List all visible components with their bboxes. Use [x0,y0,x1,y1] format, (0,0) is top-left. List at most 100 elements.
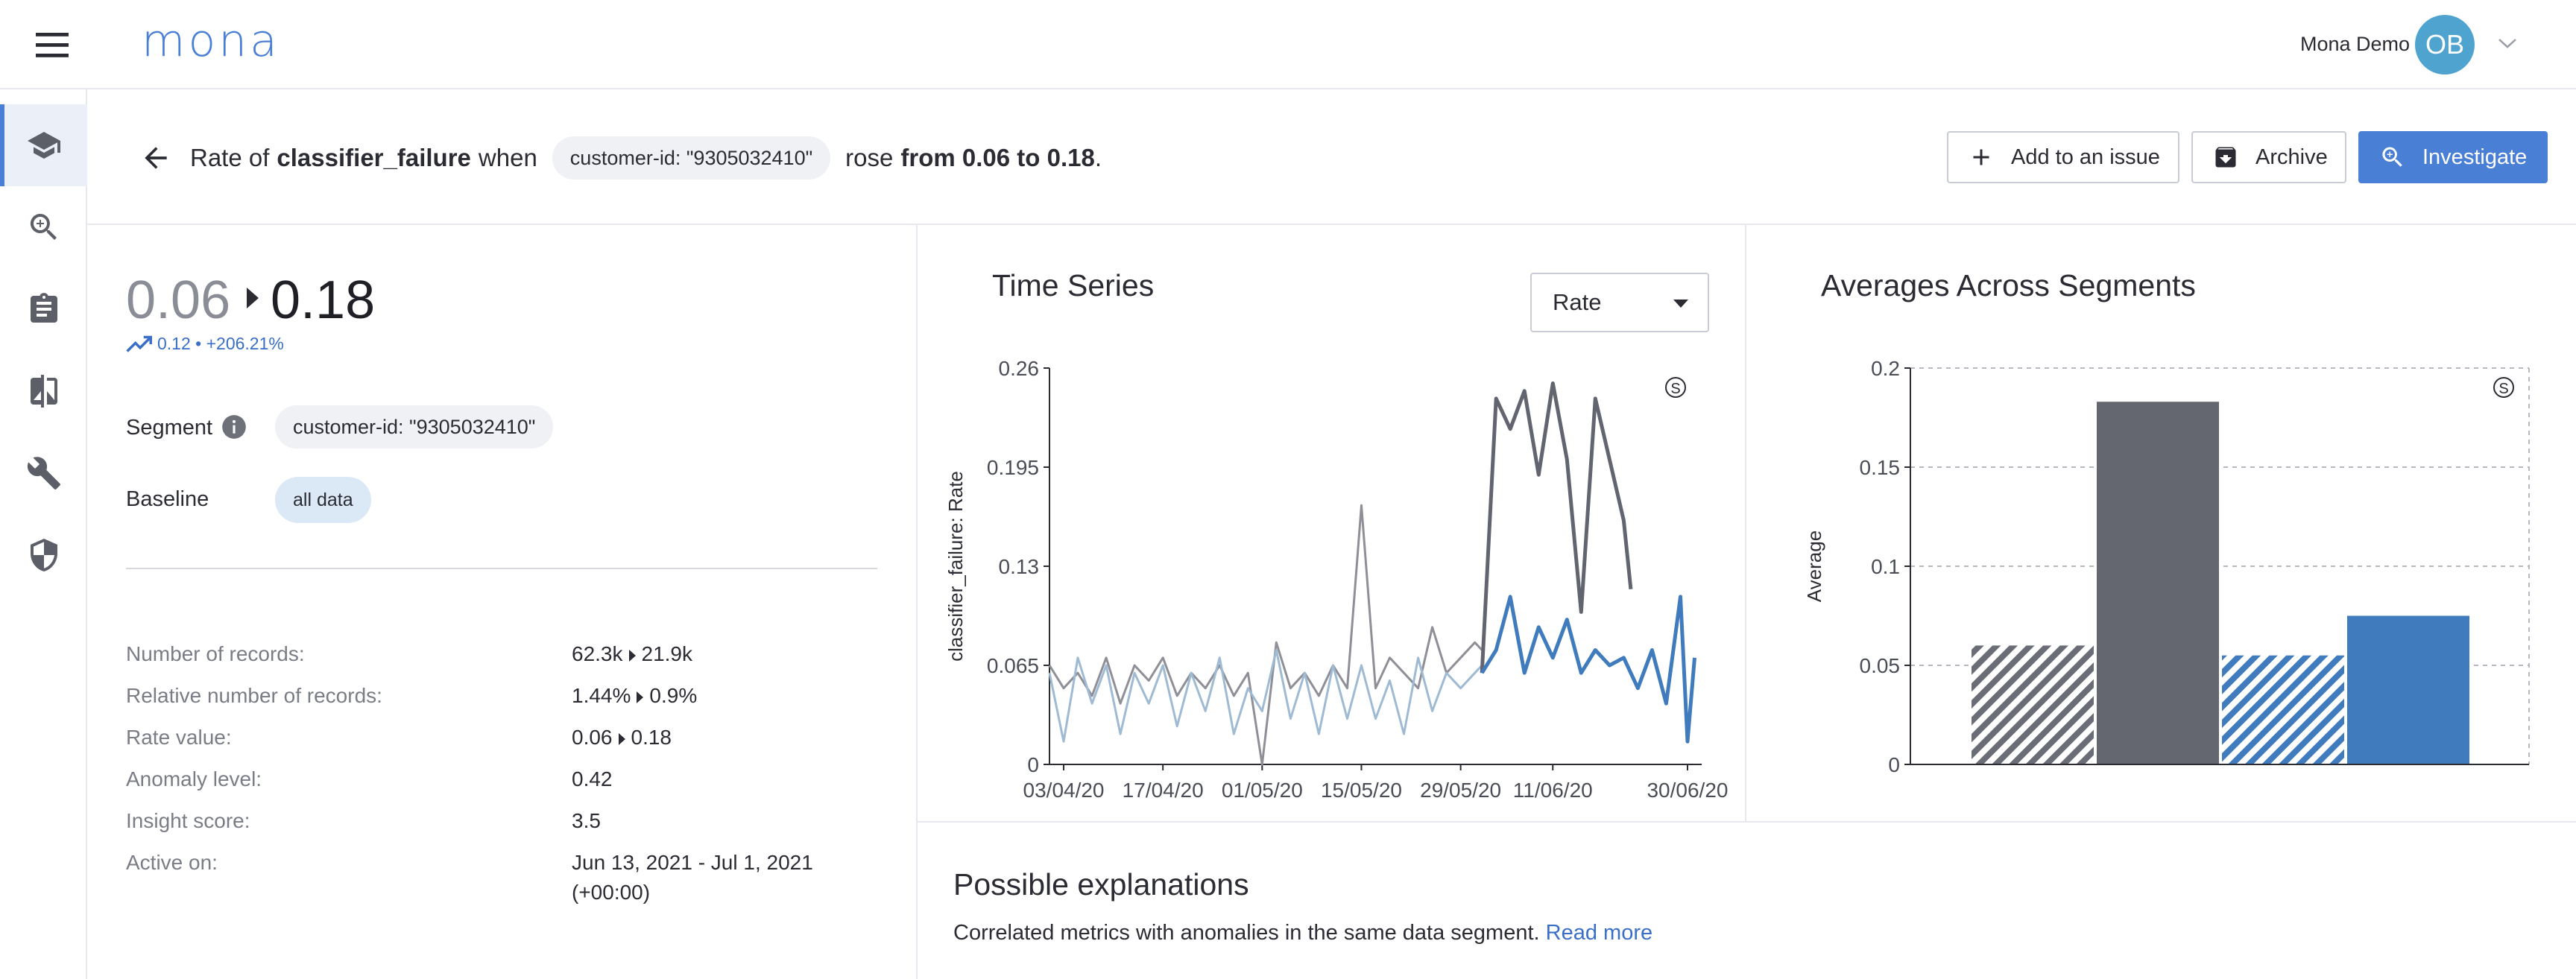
stat-label-relative-records: Relative number of records: [126,684,382,707]
archive-label: Archive [2255,145,2328,169]
x-tick-label: 17/04/20 [1123,779,1204,802]
stat-label-records: Number of records: [126,642,305,665]
avatar[interactable]: OB [2415,15,2475,75]
explanations-body: Correlated metrics with anomalies in the… [953,921,1540,945]
explanations-section: Possible explanations Correlated metrics… [918,821,2576,979]
stat-to: 21.9k [641,642,693,665]
sidebar-item-config[interactable] [0,432,87,514]
stat-value-rate: 0.06 0.18 [572,723,672,753]
series-line-4 [1480,595,1696,744]
school-icon [27,132,60,159]
headline-metric: classifier_failure [277,144,471,171]
wrench-icon [27,457,60,490]
stat-value-active-on: Jun 13, 2021 - Jul 1, 2021 (+00:00) [572,848,813,907]
stat-value-anomaly: 0.42 [572,767,613,791]
x-tick-label: 01/05/20 [1222,779,1303,802]
arrow-back-icon[interactable] [139,142,172,174]
stat-from: 1.44% [572,684,631,707]
headline-prefix: Rate of [190,144,270,171]
menu-icon[interactable] [34,28,70,61]
bar-2 [2097,402,2219,764]
y-tick-label: 0.1 [1871,555,1900,578]
x-tick-label: 11/06/20 [1513,779,1593,802]
summary-panel: 0.06 0.18 0.12 • +206.21% Segment custom… [87,225,918,979]
segment-chip[interactable]: customer-id: "9305032410" [552,136,831,180]
top-bar: mona Mona Demo OB [0,0,2576,89]
y-tick-label: 0.065 [987,654,1039,677]
y-tick-label: 0.2 [1871,357,1900,380]
x-tick-label: 03/04/20 [1023,779,1105,802]
averages-chart[interactable]: 0 0.05 0.1 0.15 0.2 Average S [1746,285,2576,821]
search-zoom-icon [2382,147,2402,167]
stat-label-rate: Rate value: [126,726,232,749]
compare-icon [30,375,57,408]
delta-text: 0.12 • +206.21% [157,334,284,353]
y-tick-label: 0.15 [1860,456,1901,479]
baseline-label: Baseline [126,487,209,511]
headline-rose: rose [845,144,894,171]
explanations-title: Possible explanations [953,867,1249,902]
stat-to: 0.18 [631,726,672,749]
chevron-down-icon[interactable] [2497,36,2518,51]
delta-row: 0.12 • +206.21% [126,334,284,354]
y-tick-label: 0 [1888,753,1900,776]
info-icon[interactable] [220,413,248,441]
series-line-1 [1048,504,1483,766]
user-name[interactable]: Mona Demo [2300,33,2410,56]
stat-to: 0.9% [649,684,698,707]
archive-icon [2215,147,2236,168]
value-from: 0.06 [126,270,231,330]
x-tick-label: 30/06/20 [1647,779,1728,802]
stat-label-insight-score: Insight score: [126,809,250,832]
arrow-right-icon [247,288,259,308]
plus-icon [1973,149,1989,165]
sidebar-item-security[interactable] [0,514,87,596]
stat-label-anomaly: Anomaly level: [126,767,262,791]
stat-label-active-on: Active on: [126,851,218,874]
insight-header: Rate of classifier_failure when customer… [87,89,2576,225]
y-tick-label: 0.26 [999,357,1040,380]
y-tick-label: 0.05 [1860,654,1901,677]
badge-letter: S [1670,381,1680,397]
explanations-text: Correlated metrics with anomalies in the… [953,921,1652,945]
segment-value-chip[interactable]: customer-id: "9305032410" [275,405,554,449]
sidebar-item-issues[interactable] [0,268,87,350]
clipboard-icon [30,293,57,323]
x-tick-label: 15/05/20 [1321,779,1402,802]
sidebar [0,0,87,979]
y-axis-label: classifier_failure: Rate [944,471,967,662]
headline-period: . [1094,144,1102,171]
trending-up-icon [126,335,152,352]
headline-change: from 0.06 to 0.18 [900,144,1095,171]
bar-1 [1972,645,2094,764]
add-to-issue-button[interactable]: Add to an issue [1947,131,2179,183]
bar-3 [2222,655,2344,764]
stat-value-records: 62.3k 21.9k [572,639,692,669]
page-title: Rate of classifier_failure when customer… [190,136,1102,180]
y-axis-label: Average [1803,530,1825,602]
sidebar-item-compare[interactable] [0,350,87,432]
y-tick-label: 0.195 [987,456,1039,479]
bar-4 [2347,615,2469,764]
shield-icon [30,539,57,571]
headline-when: when [478,144,537,171]
badge-letter: S [2498,381,2508,397]
sidebar-item-search[interactable] [0,186,87,268]
stat-from: 0.06 [572,726,613,749]
y-tick-label: 0 [1027,753,1039,776]
active-timezone: (+00:00) [572,881,651,904]
logo[interactable]: mona [142,15,280,67]
x-tick-label: 29/05/20 [1420,779,1501,802]
stat-value-relative-records: 1.44% 0.9% [572,681,697,711]
sidebar-item-insights[interactable] [0,104,87,186]
segment-label: Segment [126,416,213,440]
baseline-chip[interactable]: all data [275,477,371,523]
read-more-link[interactable]: Read more [1546,921,1652,945]
add-to-issue-label: Add to an issue [2011,145,2160,169]
search-zoom-icon [30,214,57,240]
stat-value-insight-score: 3.5 [572,809,601,832]
investigate-label: Investigate [2422,145,2528,169]
archive-button[interactable]: Archive [2191,131,2346,183]
time-series-chart[interactable]: 0 0.065 0.13 0.195 0.26 03/04/20 17/04/20 01/05… [918,285,1746,821]
investigate-button[interactable]: Investigate [2358,131,2548,183]
